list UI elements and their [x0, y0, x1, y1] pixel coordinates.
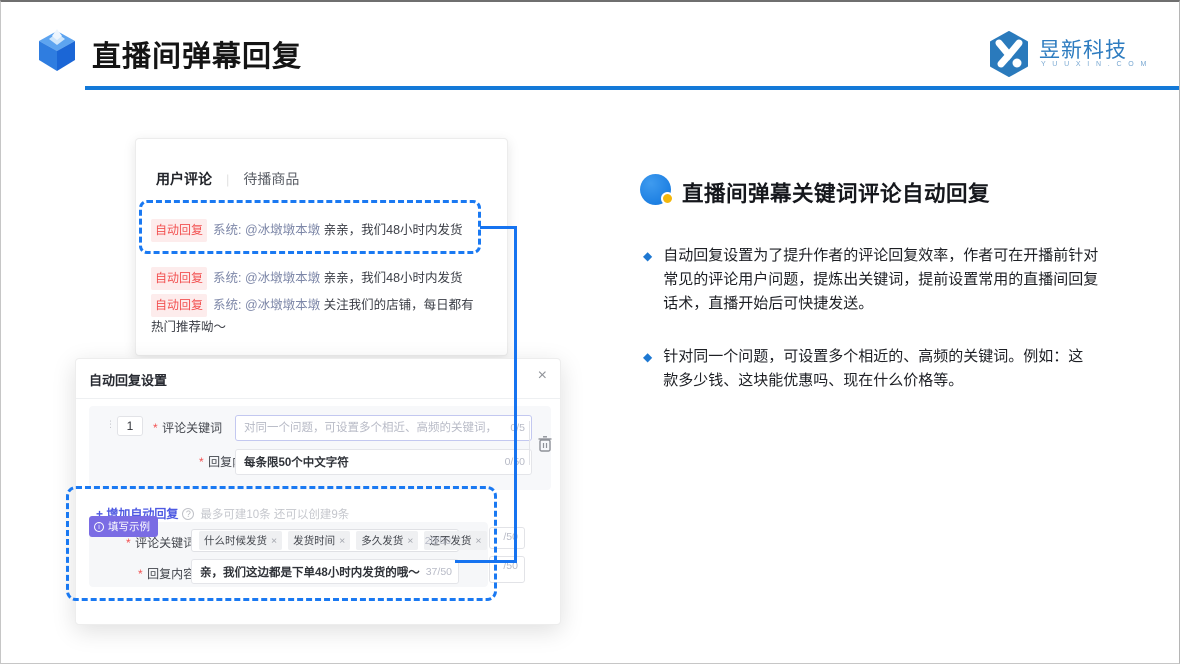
- reply-rule-section: ⋮⋮ 1 * 评论关键词 0/5 * 回复内容 0/50: [89, 406, 554, 490]
- bullet-text: 自动回复设置为了提升作者的评论回复效率，作者可在开播前针对常见的评论用户问题，提…: [663, 247, 1099, 312]
- required-asterisk: *: [153, 421, 158, 435]
- reply-input-wrap: 0/50: [235, 449, 532, 475]
- comment-system-prefix: 系统: @冰墩墩本墩: [213, 298, 321, 312]
- brand-domain: Y U U X I N . C O M: [1041, 61, 1149, 68]
- tab-user-comments[interactable]: 用户评论: [156, 169, 212, 189]
- highlight-dashed-box-example: [66, 486, 497, 601]
- required-asterisk: *: [199, 455, 204, 469]
- connector-line: [480, 226, 517, 229]
- auto-reply-badge: 自动回复: [151, 267, 208, 290]
- cube-logo-icon: [39, 29, 75, 71]
- modal-header-divider: [76, 398, 560, 399]
- bullet-text: 针对同一个问题，可设置多个相近的、高频的关键词。例如：这款多少钱、这块能优惠吗、…: [663, 348, 1084, 389]
- keyword-input[interactable]: [235, 415, 532, 441]
- highlight-dashed-box-comment: [139, 200, 481, 254]
- diamond-bullet-icon: ◆: [643, 249, 653, 263]
- connector-line: [455, 560, 517, 563]
- rule-index-field[interactable]: 1: [117, 416, 143, 436]
- tab-divider: |: [226, 171, 230, 187]
- tab-pending-products[interactable]: 待播商品: [243, 169, 299, 189]
- brand-name: 昱新科技: [1039, 39, 1127, 62]
- yellow-dot: [661, 192, 674, 205]
- feature-heading: 直播间弹幕关键词评论自动回复: [682, 182, 991, 206]
- keyword-label: 评论关键词: [162, 421, 223, 435]
- comment-row: 自动回复 系统: @冰墩墩本墩 关注我们的店铺，每日都有热门推荐呦～: [151, 294, 485, 337]
- diamond-bullet-icon: ◆: [643, 350, 653, 364]
- trash-icon[interactable]: [536, 434, 554, 454]
- title-underline: [85, 86, 1179, 90]
- keyword-counter: 0/5: [510, 422, 525, 434]
- reply-input[interactable]: [235, 449, 532, 475]
- close-icon[interactable]: ×: [538, 367, 547, 385]
- comment-row: 自动回复 系统: @冰墩墩本墩 亲亲，我们48小时内发货: [151, 267, 485, 290]
- feature-bullet: ◆ 自动回复设置为了提升作者的评论回复效率，作者可在开播前针对常见的评论用户问题…: [643, 244, 1105, 316]
- comment-system-prefix: 系统: @冰墩墩本墩: [213, 271, 321, 285]
- action-divider: [529, 421, 530, 465]
- brand-hexagon-icon: [990, 31, 1028, 77]
- tab-bar: 用户评论 | 待播商品: [156, 169, 299, 189]
- auto-reply-badge: 自动回复: [151, 294, 208, 317]
- modal-title: 自动回复设置: [89, 373, 168, 388]
- comment-text: 亲亲，我们48小时内发货: [323, 271, 463, 285]
- connector-line: [514, 226, 517, 563]
- page-title: 直播间弹幕回复: [92, 41, 303, 73]
- feature-bullet: ◆ 针对同一个问题，可设置多个相近的、高频的关键词。例如：这款多少钱、这块能优惠…: [643, 345, 1091, 393]
- chat-bubble-icon: [640, 174, 674, 208]
- keyword-input-wrap: 0/5: [235, 415, 532, 441]
- keyword-label-row: * 评论关键词: [153, 419, 222, 437]
